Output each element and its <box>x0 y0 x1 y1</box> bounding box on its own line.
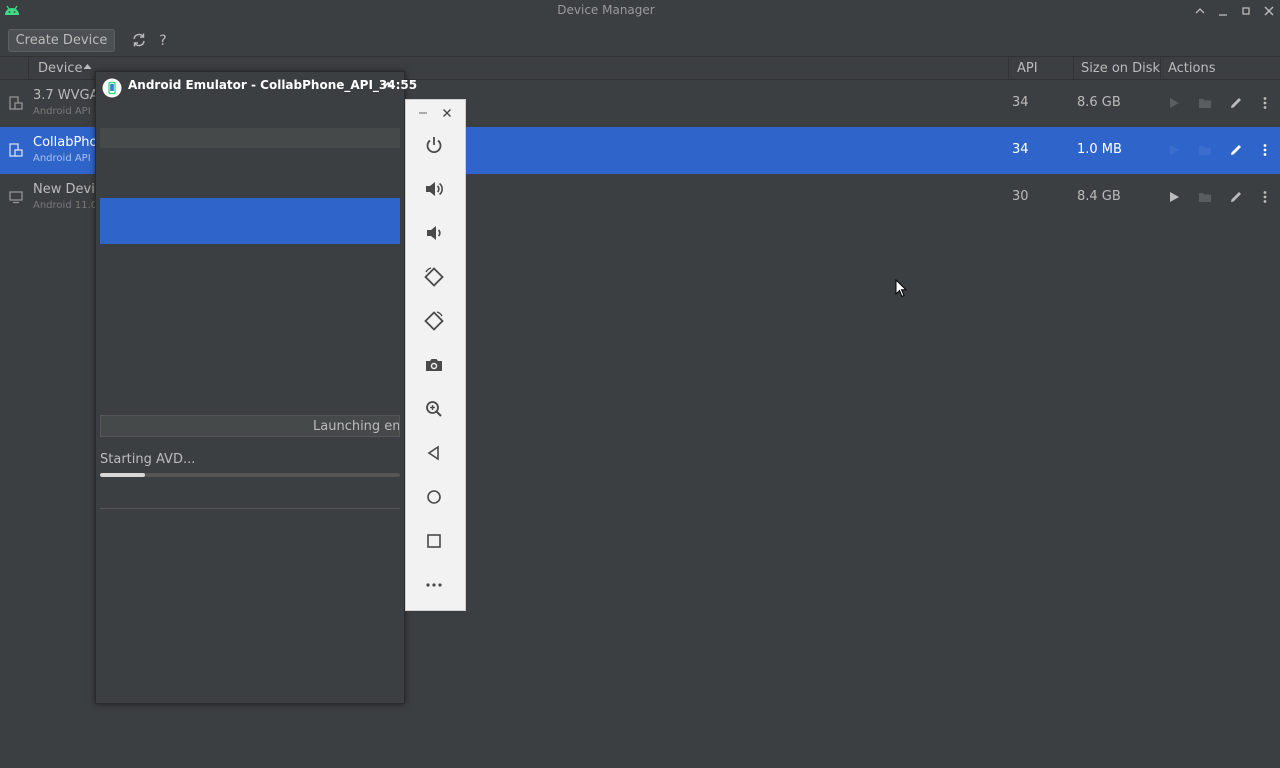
emulator-window-title: Android Emulator - CollabPhone_API_34:55 <box>128 78 418 92</box>
tv-device-icon <box>9 190 23 204</box>
edit-icon[interactable] <box>1228 189 1244 205</box>
emulator-window-titlebar: Android Emulator - CollabPhone_API_34:55 <box>96 72 417 100</box>
device-subtitle: Android 11.0 <box>33 200 98 211</box>
progress-fill <box>100 473 145 477</box>
chevron-up-icon[interactable] <box>1193 4 1207 18</box>
play-icon[interactable] <box>1166 189 1182 205</box>
device-subtitle: Android API 3 <box>33 106 101 117</box>
folder-icon[interactable] <box>1197 95 1213 111</box>
device-name: New Devic <box>33 182 102 197</box>
launch-status-text: Launching emu <box>313 419 399 434</box>
more-vertical-icon[interactable] <box>1257 95 1273 111</box>
divider <box>100 508 400 509</box>
avd-status-text: Starting AVD... <box>100 452 196 467</box>
device-subtitle: Android API <box>33 153 91 164</box>
camera-icon[interactable] <box>423 354 445 376</box>
edit-icon[interactable] <box>1228 142 1244 158</box>
phone-device-icon <box>9 143 23 157</box>
back-icon[interactable] <box>423 442 445 464</box>
edit-icon[interactable] <box>1228 95 1244 111</box>
selected-highlight <box>100 198 400 244</box>
launch-status-bar: Launching emu <box>100 415 400 437</box>
zoom-icon[interactable] <box>423 398 445 420</box>
more-vertical-icon[interactable] <box>1257 142 1273 158</box>
close-icon[interactable] <box>1262 4 1276 18</box>
mouse-cursor-icon <box>895 279 907 298</box>
progress-bar <box>100 473 400 477</box>
minimize-icon[interactable] <box>417 107 429 119</box>
list-strip <box>100 128 400 148</box>
minimize-icon[interactable] <box>1216 4 1230 18</box>
column-header-device[interactable]: Device <box>38 61 82 76</box>
device-api: 34 <box>1012 95 1029 110</box>
svg-text:?: ? <box>159 33 166 48</box>
chevron-up-icon[interactable] <box>383 81 393 89</box>
volume-down-icon[interactable] <box>423 222 445 244</box>
power-icon[interactable] <box>423 134 445 156</box>
create-device-button[interactable]: Create Device <box>8 29 115 52</box>
help-icon[interactable]: ? <box>155 32 171 48</box>
play-icon[interactable] <box>1166 142 1182 158</box>
rotate-left-icon[interactable] <box>423 266 445 288</box>
column-header-size[interactable]: Size on Disk <box>1081 61 1160 76</box>
device-api: 30 <box>1012 189 1029 204</box>
folder-icon[interactable] <box>1197 189 1213 205</box>
window-title: Device Manager <box>557 3 655 17</box>
play-icon[interactable] <box>1166 95 1182 111</box>
device-size: 8.4 GB <box>1077 189 1121 204</box>
emulator-app-icon <box>102 78 122 98</box>
close-icon[interactable] <box>441 107 453 119</box>
overview-icon[interactable] <box>423 530 445 552</box>
device-size: 8.6 GB <box>1077 95 1121 110</box>
emulator-toolbar <box>405 99 466 611</box>
rotate-right-icon[interactable] <box>423 310 445 332</box>
column-header-api[interactable]: API <box>1017 61 1038 76</box>
more-vertical-icon[interactable] <box>1257 189 1273 205</box>
folder-icon[interactable] <box>1197 142 1213 158</box>
emulator-progress-window: Android Emulator - CollabPhone_API_34:55… <box>95 71 417 704</box>
volume-up-icon[interactable] <box>423 178 445 200</box>
phone-device-icon <box>9 96 23 110</box>
refresh-icon[interactable] <box>131 32 147 48</box>
device-api: 34 <box>1012 142 1029 157</box>
home-icon[interactable] <box>423 486 445 508</box>
column-header-actions: Actions <box>1168 61 1216 76</box>
maximize-icon[interactable] <box>1239 4 1253 18</box>
device-name: 3.7 WVGA <box>33 88 99 103</box>
device-size: 1.0 MB <box>1077 142 1122 157</box>
sort-ascending-icon <box>83 63 92 71</box>
device-name: CollabPho <box>33 135 98 150</box>
more-icon[interactable] <box>423 574 445 596</box>
title-bar: Device Manager <box>0 0 1280 22</box>
